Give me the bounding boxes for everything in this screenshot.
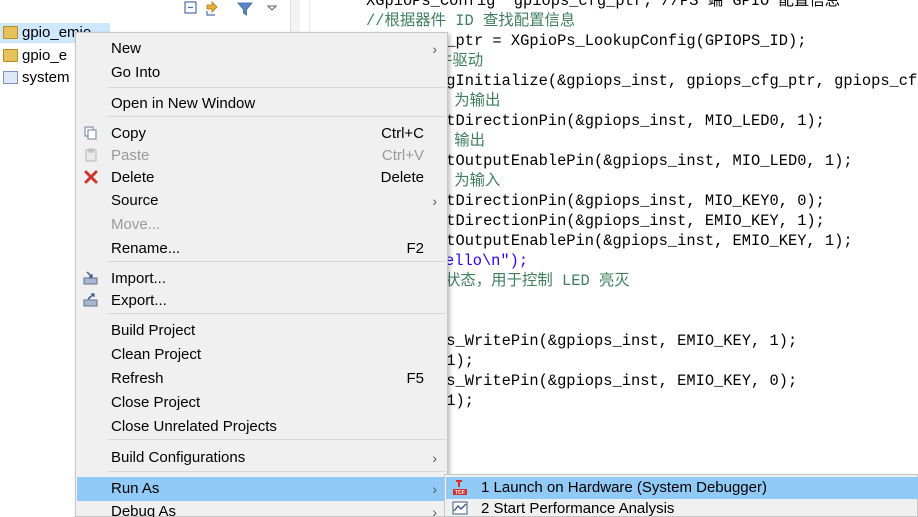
menu-item-label: Move... — [111, 216, 161, 233]
menu-item-label: Source — [111, 192, 159, 209]
menu-item-refresh[interactable]: Refresh F5 — [77, 367, 446, 391]
menu-item-delete[interactable]: Delete Delete — [77, 166, 446, 190]
menu-separator — [108, 471, 446, 472]
explorer-toolbar — [182, 0, 282, 20]
menu-item-label: Run As — [111, 480, 160, 497]
context-menu: New › Go Into Open in New Window Copy Ctrl+C P… — [75, 32, 448, 517]
menu-item-export[interactable]: Export... — [77, 289, 446, 313]
menu-item-label: Open in New Window — [111, 95, 256, 112]
code-line: etOutputEnablePin(&gpiops_inst, EMIO_KEY… — [437, 232, 853, 250]
menu-separator — [108, 313, 446, 314]
menu-item-label: Build Configurations — [111, 449, 246, 466]
menu-item-shortcut: Ctrl+C — [381, 125, 424, 142]
menu-item-shortcut: F2 — [406, 240, 424, 257]
submenu-item-2-start-performance-analysis[interactable]: 2 Start Performance Analysis — [446, 498, 918, 517]
chevron-right-icon: › — [432, 450, 437, 466]
menu-item-label: Delete — [111, 169, 155, 186]
performance-analysis-icon — [452, 501, 468, 517]
code-line: 为输出 — [445, 92, 501, 110]
tree-item-label: system — [22, 69, 70, 86]
menu-separator — [108, 439, 446, 440]
svg-text:TCF: TCF — [455, 490, 465, 496]
menu-item-label: Debug As — [111, 503, 177, 517]
menu-item-label: Go Into — [111, 64, 161, 81]
menu-item-source[interactable]: Source › — [77, 189, 446, 213]
menu-separator — [108, 116, 446, 117]
folder-icon — [3, 49, 18, 62]
chevron-right-icon: › — [432, 481, 437, 497]
menu-separator — [108, 87, 446, 88]
chevron-right-icon: › — [432, 41, 437, 57]
menu-item-shortcut: Ctrl+V — [381, 147, 424, 164]
collapse-all-icon[interactable] — [184, 1, 198, 18]
menu-item-rename[interactable]: Rename... F2 — [77, 237, 446, 261]
code-line: etDirectionPin(&gpiops_inst, MIO_LED0, 1… — [437, 112, 825, 130]
code-line: 为输入 — [445, 172, 501, 190]
menu-item-build-project[interactable]: Build Project — [77, 319, 446, 343]
code-line: g_ptr = XGpioPs_LookupConfig(GPIOPS_ID); — [437, 32, 807, 50]
menu-item-debug-as[interactable]: Debug As › — [77, 500, 446, 517]
menu-item-label: Rename... — [111, 240, 181, 257]
menu-item-label: Close Unrelated Projects — [111, 418, 277, 435]
code-line: XGpioPs_Config *gpiops_cfg_ptr; //PS 端 G… — [366, 0, 841, 10]
menu-item-label: New — [111, 40, 142, 57]
menu-item-label: Paste — [111, 147, 150, 164]
menu-item-shortcut: F5 — [406, 370, 424, 387]
menu-item-label: Refresh — [111, 370, 164, 387]
view-menu-icon[interactable] — [266, 1, 278, 17]
menu-item-open-in-new-window[interactable]: Open in New Window — [77, 92, 446, 116]
import-icon — [83, 271, 99, 287]
link-with-editor-icon[interactable] — [204, 1, 220, 20]
paste-icon — [83, 148, 99, 164]
menu-item-label: Clean Project — [111, 346, 202, 363]
menu-item-label: Close Project — [111, 394, 201, 411]
code-line: Ps_WritePin(&gpiops_inst, EMIO_KEY, 0); — [437, 372, 798, 390]
menu-item-build-configurations[interactable]: Build Configurations › — [77, 446, 446, 470]
menu-item-clean-project[interactable]: Clean Project — [77, 343, 446, 367]
code-line: 输出 — [445, 132, 486, 150]
menu-item-paste[interactable]: Paste Ctrl+V — [77, 144, 446, 168]
tree-item-label: gpio_e — [22, 47, 68, 64]
menu-item-import[interactable]: Import... — [77, 267, 446, 291]
delete-icon — [83, 170, 99, 186]
menu-item-run-as[interactable]: Run As › — [77, 477, 446, 501]
menu-item-label: Export... — [111, 292, 167, 309]
submenu-item-1-launch-on-hardware-system-debugger[interactable]: TCF 1 Launch on Hardware (System Debugger… — [446, 477, 918, 499]
code-line: fgInitialize(&gpiops_inst, gpiops_cfg_pt… — [437, 72, 918, 90]
export-icon — [83, 293, 99, 309]
system-project-icon — [3, 71, 18, 84]
copy-icon — [83, 126, 99, 142]
menu-item-label: Copy — [111, 125, 147, 142]
tcf-launch-icon: TCF — [452, 480, 468, 496]
chevron-right-icon: › — [432, 193, 437, 209]
menu-item-move[interactable]: Move... — [77, 213, 446, 237]
menu-separator — [108, 261, 446, 262]
code-line: //根据器件 ID 查找配置信息 — [366, 12, 576, 30]
chevron-right-icon: › — [432, 504, 437, 517]
folder-icon — [3, 26, 18, 39]
code-line: etDirectionPin(&gpiops_inst, MIO_KEY0, 0… — [437, 192, 825, 210]
menu-item-new[interactable]: New › — [77, 37, 446, 61]
menu-item-close-project[interactable]: Close Project — [77, 391, 446, 415]
code-line: etOutputEnablePin(&gpiops_inst, MIO_LED0… — [437, 152, 853, 170]
run-as-submenu: TCF 1 Launch on Hardware (System Debugger… — [444, 474, 918, 517]
menu-item-label: Build Project — [111, 322, 196, 339]
code-line: etDirectionPin(&gpiops_inst, EMIO_KEY, 1… — [437, 212, 825, 230]
menu-item-go-into[interactable]: Go Into — [77, 61, 446, 85]
menu-item-shortcut: Delete — [380, 169, 424, 186]
filter-icon[interactable] — [237, 1, 253, 20]
submenu-item-label: 2 Start Performance Analysis — [481, 500, 675, 517]
code-line: ello\n"); — [445, 252, 529, 270]
menu-item-label: Import... — [111, 270, 167, 287]
code-line: Ps_WritePin(&gpiops_inst, EMIO_KEY, 1); — [437, 332, 798, 350]
code-line: 状态，用于控制 LED 亮灭 — [445, 272, 630, 290]
menu-item-close-unrelated-projects[interactable]: Close Unrelated Projects — [77, 415, 446, 439]
menu-item-copy[interactable]: Copy Ctrl+C — [77, 122, 446, 146]
submenu-item-label: 1 Launch on Hardware (System Debugger) — [481, 479, 767, 496]
